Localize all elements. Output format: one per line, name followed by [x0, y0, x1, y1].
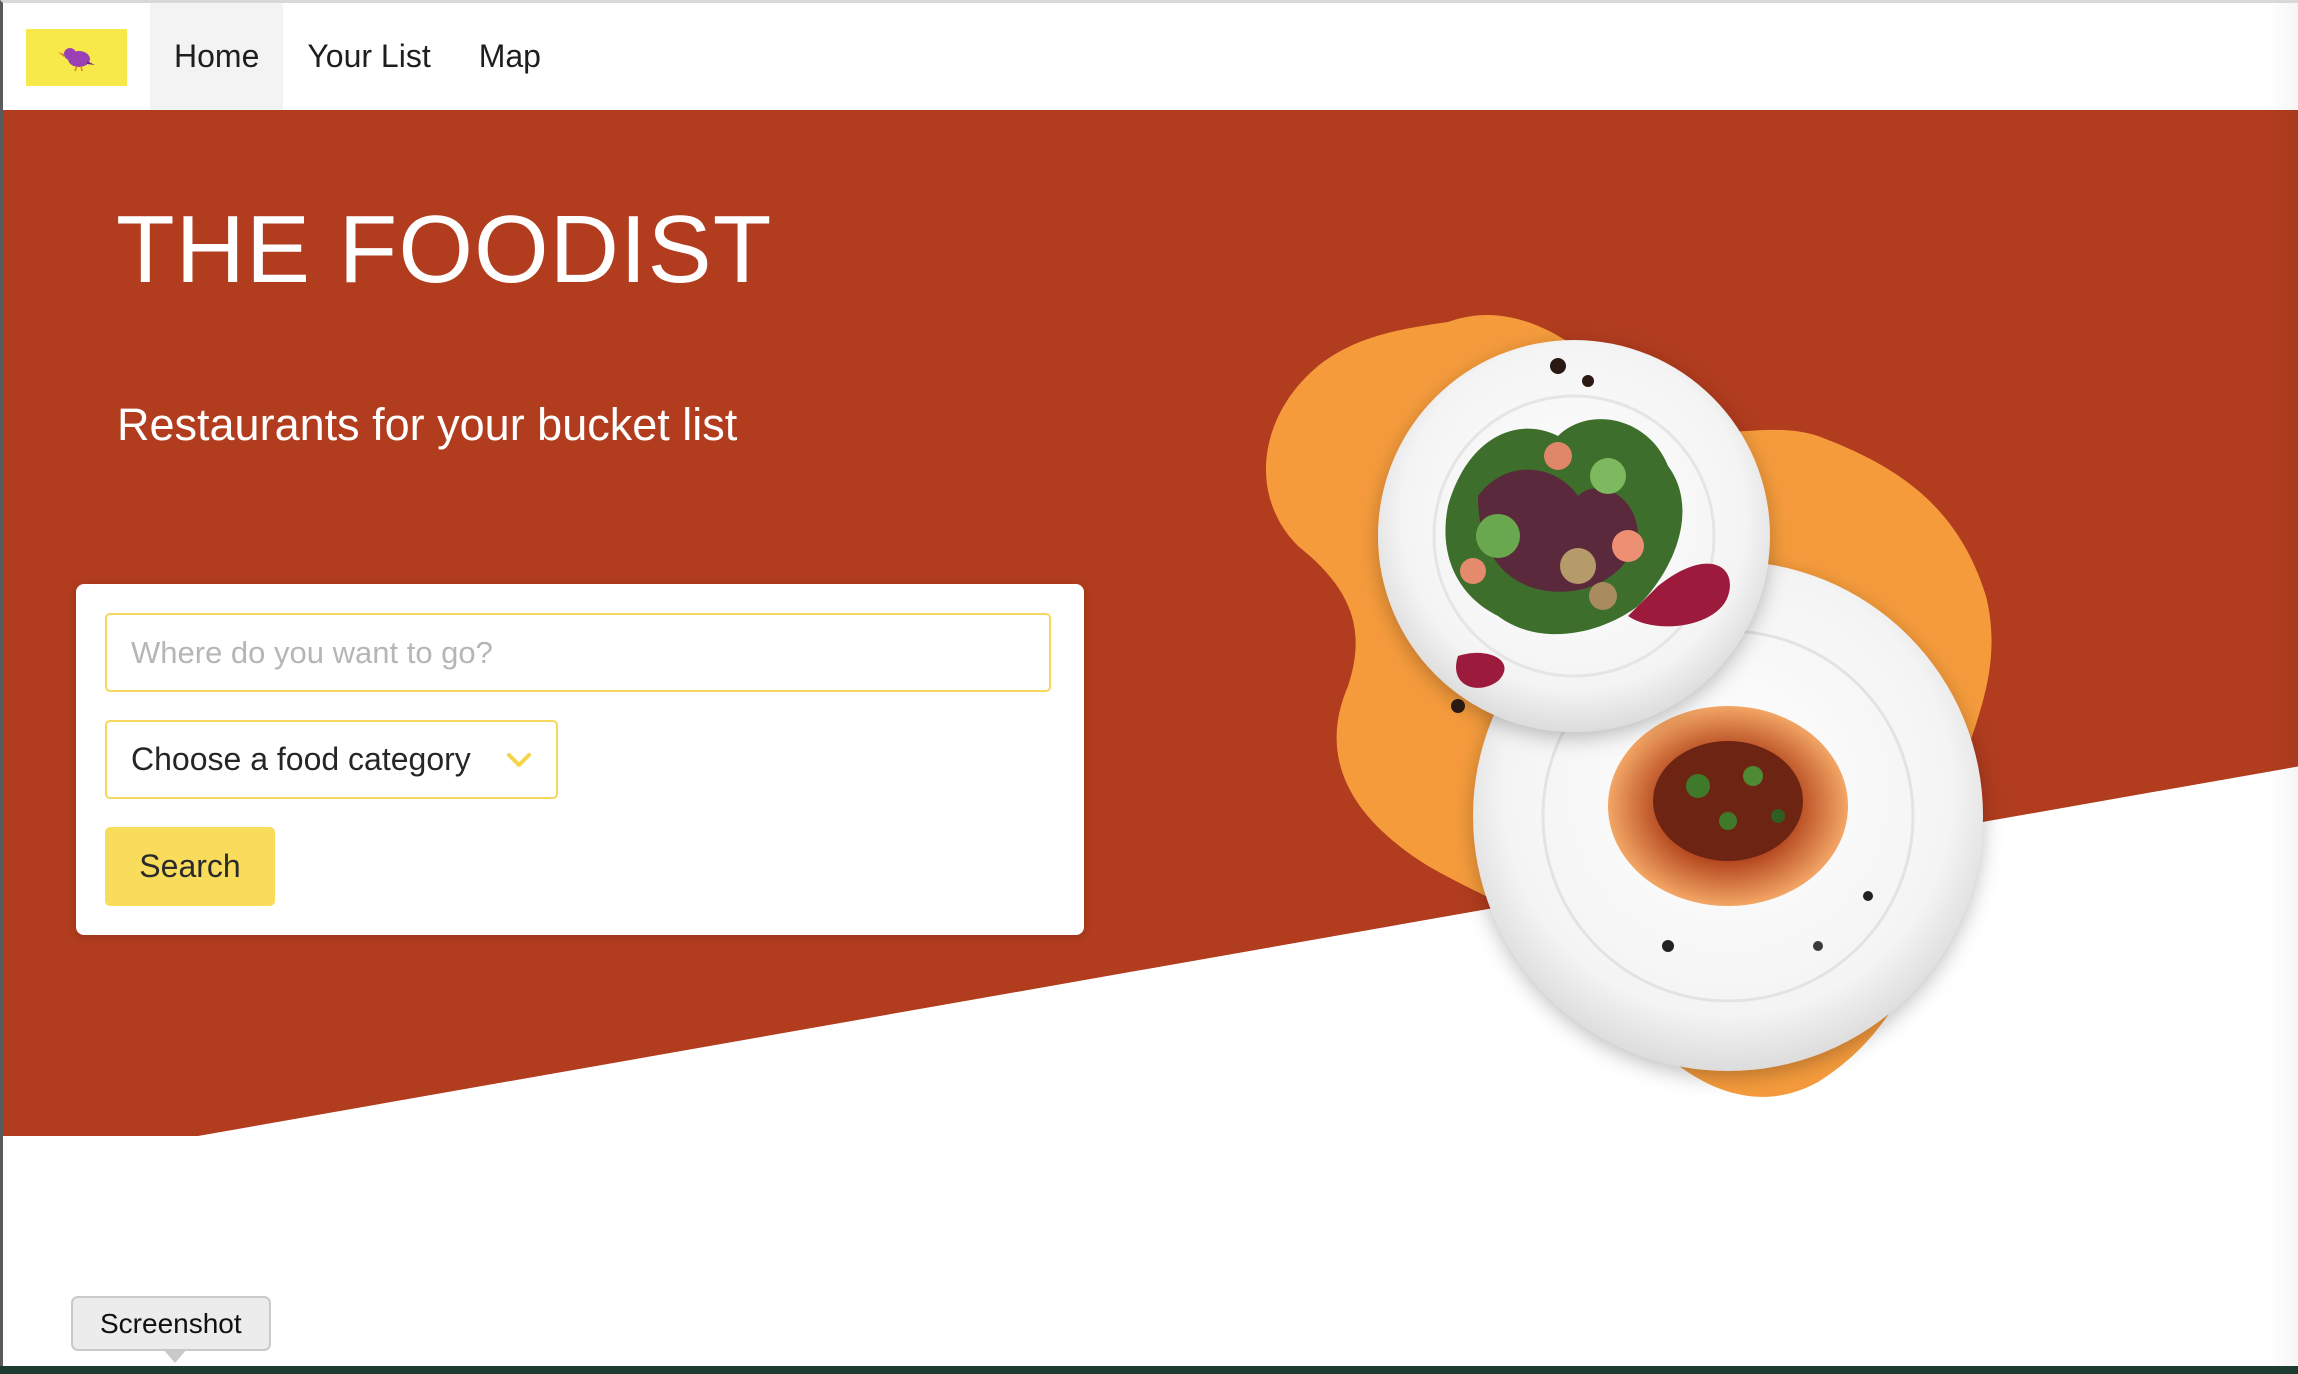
nav-your-list-label: Your List	[307, 38, 431, 74]
screenshot-tooltip: Screenshot	[71, 1296, 271, 1351]
hero-section: THE FOODIST Restaurants for your bucket …	[3, 110, 2298, 1136]
browser-window: Home Your List Map THE FOODIST Restauran…	[0, 0, 2298, 1368]
tooltip-label: Screenshot	[100, 1307, 242, 1339]
destination-search-input[interactable]	[105, 613, 1051, 692]
nav-map-label: Map	[478, 38, 541, 74]
desktop-strip	[0, 1366, 2298, 1374]
hero-subtitle: Restaurants for your bucket list	[117, 399, 738, 450]
bird-logo-icon	[57, 47, 95, 71]
chevron-down-icon	[507, 752, 531, 767]
food-category-label: Choose a food category	[131, 741, 471, 777]
navbar: Home Your List Map	[3, 3, 2298, 110]
nav-home-label: Home	[174, 38, 260, 74]
brand-logo[interactable]	[26, 29, 127, 86]
food-category-select[interactable]: Choose a food category	[105, 720, 558, 799]
hero-title: THE FOODIST	[116, 196, 773, 303]
tooltip-tail	[163, 1349, 187, 1363]
nav-map[interactable]: Map	[455, 3, 565, 110]
nav-your-list[interactable]: Your List	[283, 3, 454, 110]
nav-home[interactable]: Home	[150, 3, 284, 110]
food-plates-illustration	[1265, 314, 1992, 1097]
search-card: Choose a food category Search	[76, 584, 1084, 935]
search-button[interactable]: Search	[105, 827, 275, 906]
